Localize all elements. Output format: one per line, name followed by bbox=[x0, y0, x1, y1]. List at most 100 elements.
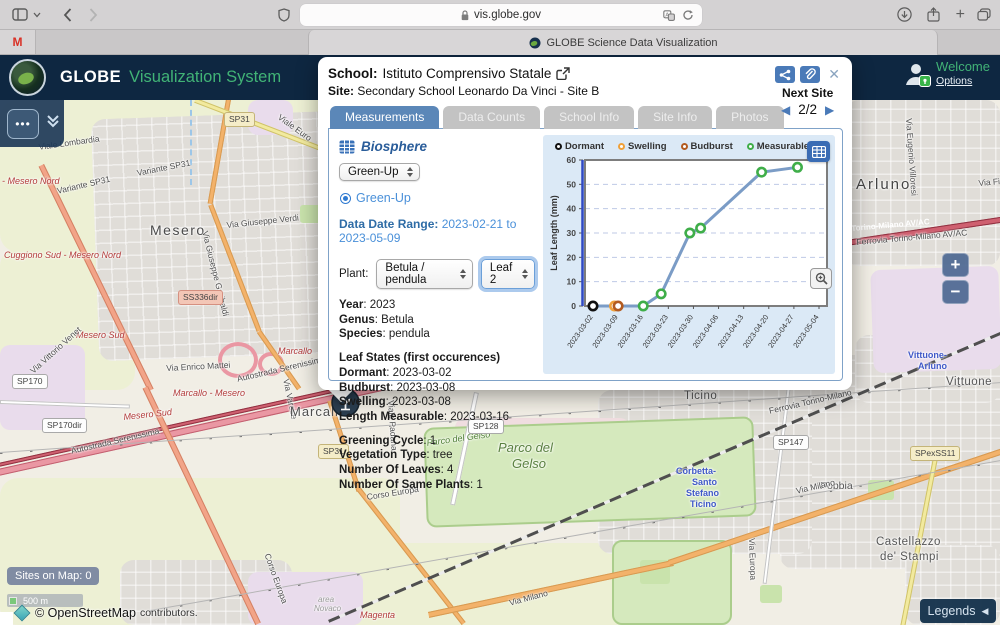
plant-select-value: Betula / pendula bbox=[385, 262, 451, 286]
close-popup-button[interactable]: ✕ bbox=[828, 66, 840, 83]
legend-ring-icon bbox=[555, 143, 562, 150]
back-button[interactable] bbox=[63, 8, 72, 22]
tab-favicon-icon bbox=[529, 37, 541, 49]
attachment-button[interactable] bbox=[800, 66, 820, 83]
map-label: Arluno bbox=[918, 361, 947, 371]
map-green-patch bbox=[760, 585, 782, 603]
legend-item-budburst[interactable]: Budburst bbox=[681, 141, 733, 152]
protocol-select[interactable]: Green-Up bbox=[339, 163, 420, 181]
svg-text:30: 30 bbox=[567, 228, 577, 238]
options-link[interactable]: Options bbox=[936, 75, 972, 88]
legend-item-swelling[interactable]: Swelling bbox=[618, 141, 667, 152]
translate-icon[interactable]: A bbox=[663, 10, 675, 21]
legend-ring-icon bbox=[747, 143, 754, 150]
new-tab-icon[interactable]: + bbox=[956, 6, 965, 24]
lock-badge-icon bbox=[919, 75, 931, 87]
school-name: Istituto Comprensivo Statale bbox=[383, 66, 552, 81]
attribution-text2: contributors. bbox=[140, 607, 198, 619]
data-point-measurable[interactable] bbox=[793, 163, 801, 171]
address-bar[interactable]: vis.globe.gov A bbox=[300, 4, 702, 26]
detail-line: Leaf States (first occurences) bbox=[339, 351, 535, 366]
school-label: School: bbox=[328, 66, 378, 81]
share-site-button[interactable] bbox=[775, 66, 795, 83]
data-point-measurable[interactable] bbox=[686, 229, 694, 237]
sidebar-icon[interactable] bbox=[12, 8, 28, 21]
map-label: Marcallo bbox=[278, 346, 312, 356]
measurement-details: Biosphere Green-Up Green-Up Data Date Ra… bbox=[329, 129, 543, 380]
legends-label: Legends bbox=[928, 604, 976, 618]
map-label: Arluno bbox=[856, 176, 911, 193]
attribution-text[interactable]: © OpenStreetMap bbox=[35, 606, 136, 620]
zoom-in-button[interactable]: + bbox=[942, 253, 969, 277]
map-label: Via Fil bbox=[978, 176, 1000, 188]
road-ref-badge: SS336dir bbox=[178, 290, 223, 305]
legend-item-dormant[interactable]: Dormant bbox=[555, 141, 604, 152]
chart-container: DormantSwellingBudburstMeasurable 010203… bbox=[543, 135, 835, 374]
globe-logo-icon[interactable] bbox=[9, 59, 46, 96]
map-label: Cuggiono Sud - Mesero Nord bbox=[4, 250, 121, 260]
chart-zoom-button[interactable] bbox=[810, 268, 832, 289]
data-point-measurable[interactable] bbox=[696, 224, 704, 232]
map-label: - Mesero Nord bbox=[2, 176, 60, 186]
select-arrows-icon bbox=[407, 167, 413, 177]
map-attribution: © OpenStreetMap contributors. bbox=[16, 606, 198, 620]
map-corner bbox=[0, 612, 13, 625]
map-menu-button[interactable]: ••• bbox=[7, 109, 39, 139]
zoom-out-button[interactable]: − bbox=[942, 280, 969, 304]
privacy-shield-icon[interactable] bbox=[278, 8, 290, 22]
map-label: Vittuone bbox=[946, 376, 992, 388]
prev-site-arrow[interactable]: ◀ bbox=[781, 103, 790, 117]
tab-site-info[interactable]: Site Info bbox=[638, 106, 712, 129]
road-ref-badge: SP170 bbox=[12, 374, 48, 389]
tab-photos[interactable]: Photos bbox=[716, 106, 783, 129]
data-point-measurable[interactable] bbox=[757, 168, 765, 176]
greenup-radio[interactable] bbox=[340, 193, 351, 204]
map-label: Castellazzo bbox=[876, 536, 941, 548]
forward-button[interactable] bbox=[89, 8, 98, 22]
select-arrows-icon bbox=[460, 269, 466, 279]
road-ref-badge: SP170dir bbox=[42, 418, 87, 433]
next-site-label: Next Site bbox=[782, 86, 833, 100]
leaf-select[interactable]: Leaf 2 bbox=[481, 259, 535, 289]
sites-on-map-badge: Sites on Map: 0 bbox=[7, 567, 99, 585]
data-point-measurable[interactable] bbox=[657, 290, 665, 298]
url-text: vis.globe.gov bbox=[474, 9, 541, 21]
map-label: Novaco bbox=[314, 604, 341, 613]
external-link-icon[interactable] bbox=[556, 67, 570, 80]
legend-item-measurable[interactable]: Measurable bbox=[747, 141, 809, 152]
gmail-icon: M bbox=[13, 35, 23, 49]
tab-data-counts[interactable]: Data Counts bbox=[443, 106, 540, 129]
next-site-arrow[interactable]: ▶ bbox=[825, 103, 834, 117]
collapse-chevrons-icon[interactable] bbox=[45, 113, 61, 134]
detail-line: Number Of Leaves: 4 bbox=[339, 463, 535, 478]
detail-line: Number Of Same Plants: 1 bbox=[339, 478, 535, 493]
tab-measurements[interactable]: Measurements bbox=[330, 106, 439, 129]
share-icon[interactable] bbox=[927, 7, 940, 22]
map-park-area bbox=[612, 540, 732, 625]
plant-select[interactable]: Betula / pendula bbox=[376, 259, 472, 289]
scale-text: 500 m bbox=[23, 596, 48, 606]
osm-logo-icon bbox=[14, 605, 31, 622]
protocol-select-value: Green-Up bbox=[348, 166, 399, 178]
detail-line: Year: 2023 bbox=[339, 298, 535, 313]
user-icon[interactable] bbox=[903, 61, 929, 87]
legend-label: Swelling bbox=[628, 141, 667, 152]
svg-text:2023-05-04: 2023-05-04 bbox=[791, 313, 820, 350]
site-line: Site: Secondary School Leonardo Da Vinci… bbox=[328, 84, 843, 98]
road-ref-badge: SPexSS11 bbox=[910, 446, 960, 461]
tab-school-info[interactable]: School Info bbox=[544, 106, 634, 129]
data-point-budburst[interactable] bbox=[614, 302, 622, 310]
downloads-icon[interactable] bbox=[897, 7, 912, 22]
legends-button[interactable]: Legends ◀ bbox=[920, 599, 996, 623]
reload-icon[interactable] bbox=[682, 9, 694, 21]
date-range-row: Data Date Range: 2023-02-21 to 2023-05-0… bbox=[339, 217, 535, 245]
tab-overview-icon[interactable] bbox=[977, 8, 991, 21]
active-tab[interactable]: GLOBE Science Data Visualization bbox=[308, 30, 938, 55]
data-table-button[interactable] bbox=[807, 141, 830, 162]
svg-text:50: 50 bbox=[567, 179, 577, 189]
data-point-measurable[interactable] bbox=[639, 302, 647, 310]
chevron-down-icon[interactable] bbox=[33, 12, 41, 18]
pinned-tab-gmail[interactable]: M bbox=[0, 30, 36, 54]
legend-label: Measurable bbox=[757, 141, 809, 152]
data-point-dormant[interactable] bbox=[589, 302, 597, 310]
